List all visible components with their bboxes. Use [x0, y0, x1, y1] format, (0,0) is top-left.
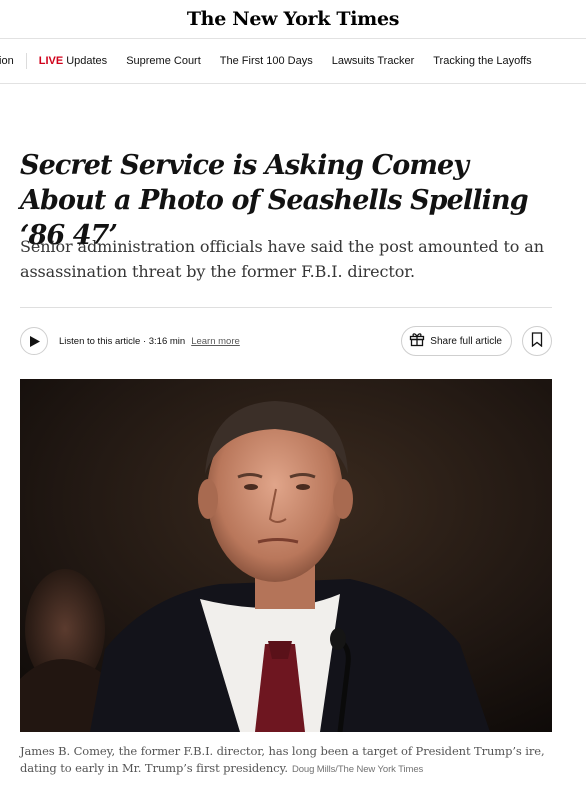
play-audio-button[interactable]	[20, 327, 48, 355]
nav-divider	[25, 53, 27, 69]
gift-icon	[409, 331, 425, 351]
article-tools-bar: Listen to this article · 3:16 min Learn …	[20, 326, 552, 356]
live-tag: LIVE	[38, 55, 64, 67]
learn-more-link[interactable]: Learn more	[191, 336, 240, 347]
article-photo	[20, 379, 552, 732]
masthead: The New York Times	[0, 0, 586, 38]
nav-item-partial[interactable]: tion	[0, 55, 14, 67]
section-nav: tion LIVEUpdates Supreme Court The First…	[0, 38, 586, 84]
share-label: Share full article	[430, 335, 502, 347]
play-icon	[28, 332, 40, 351]
comey-photo-illustration	[20, 379, 552, 732]
photo-credit: Doug Mills/The New York Times	[291, 764, 424, 775]
listen-label: Listen to this article · 3:16 min	[59, 335, 186, 347]
nav-item-lawsuits-tracker[interactable]: Lawsuits Tracker	[332, 55, 415, 67]
photo-caption: James B. Comey, the former F.B.I. direct…	[20, 743, 560, 778]
caption-text: James B. Comey, the former F.B.I. direct…	[20, 744, 545, 775]
nyt-logo[interactable]: The New York Times	[187, 8, 400, 30]
nav-item-tracking-layoffs[interactable]: Tracking the Layoffs	[433, 55, 531, 67]
nav-item-first-100-days[interactable]: The First 100 Days	[220, 55, 313, 67]
nav-item-live-label: Updates	[66, 55, 108, 67]
share-article-button[interactable]: Share full article	[401, 326, 512, 356]
article-summary: Senior administration officials have sai…	[20, 237, 544, 281]
save-article-button[interactable]	[522, 326, 552, 356]
divider	[20, 307, 552, 308]
nav-item-live-updates[interactable]: LIVE Updates	[39, 55, 107, 67]
nav-item-supreme-court[interactable]: Supreme Court	[126, 55, 201, 67]
bookmark-icon	[531, 331, 543, 351]
